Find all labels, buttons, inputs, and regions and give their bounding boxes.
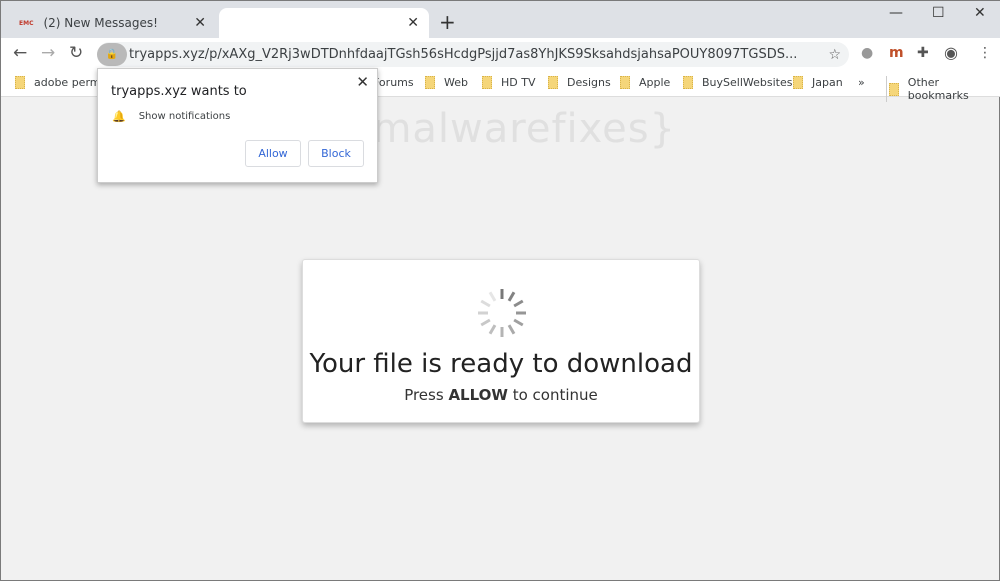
folder-icon — [620, 76, 630, 89]
download-card: Your file is ready to download Press ALL… — [302, 259, 700, 423]
forward-button[interactable]: → — [41, 43, 55, 63]
folder-icon — [548, 76, 558, 89]
close-window-button[interactable]: ✕ — [974, 5, 986, 21]
tab-active[interactable]: ✕ — [219, 8, 429, 38]
extension-m-icon[interactable]: m — [889, 45, 904, 61]
bookmark-star-icon[interactable]: ☆ — [828, 47, 841, 63]
spinner-segment — [507, 324, 516, 335]
spinner-segment — [513, 299, 524, 308]
bell-icon: 🔔 — [112, 110, 126, 123]
toolbar: ← → ↻ 🔒 tryapps.xyz/p/xAXg_V2Rj3wDTDnhfd… — [1, 38, 1000, 70]
allow-button[interactable]: Allow — [245, 140, 301, 167]
lock-icon[interactable]: 🔒 — [97, 43, 127, 66]
bookmark-item[interactable]: HD TV — [482, 76, 535, 89]
extensions-puzzle-icon[interactable]: ✚ — [917, 45, 929, 61]
new-tab-button[interactable]: + — [439, 10, 456, 34]
close-icon[interactable]: ✕ — [356, 73, 369, 91]
spinner-segment — [488, 324, 497, 335]
spinner-segment — [507, 291, 516, 302]
reload-button[interactable]: ↻ — [69, 43, 83, 63]
notification-permission-popup: tryapps.xyz wants to ✕ 🔔 Show notificati… — [97, 68, 378, 183]
folder-icon — [482, 76, 492, 89]
bookmarks-overflow-button[interactable]: » — [858, 76, 865, 89]
popup-title: tryapps.xyz wants to — [111, 84, 247, 99]
bookmark-item[interactable]: BuySellWebsites — [683, 76, 792, 89]
tab-new-messages[interactable]: EMC (2) New Messages! ✕ — [11, 8, 216, 38]
bookmark-item[interactable]: Japan — [793, 76, 843, 89]
favicon-icon: EMC — [19, 19, 34, 27]
spinner-segment — [480, 299, 491, 308]
folder-icon — [889, 82, 899, 96]
menu-icon[interactable]: ⋮ — [978, 45, 992, 61]
bookmark-item[interactable]: Forums — [373, 76, 414, 89]
bookmark-item[interactable]: Web — [425, 76, 468, 89]
loading-spinner-icon — [478, 289, 526, 337]
spinner-segment — [480, 318, 491, 327]
profile-icon[interactable]: ◉ — [944, 43, 958, 62]
url-text: tryapps.xyz/p/xAXg_V2Rj3wDTDnhfdaajTGsh5… — [129, 47, 798, 62]
spinner-segment — [488, 291, 497, 302]
block-button[interactable]: Block — [308, 140, 364, 167]
folder-icon — [425, 76, 435, 89]
folder-icon — [15, 76, 25, 89]
address-bar[interactable]: 🔒 tryapps.xyz/p/xAXg_V2Rj3wDTDnhfdaajTGs… — [97, 42, 849, 67]
permission-row: 🔔 Show notifications — [112, 110, 231, 123]
close-tab-icon[interactable]: ✕ — [407, 15, 419, 31]
minimize-button[interactable]: — — [889, 5, 903, 21]
close-tab-icon[interactable]: ✕ — [194, 15, 206, 31]
spinner-segment — [513, 318, 524, 327]
card-heading: Your file is ready to download — [309, 349, 693, 379]
watermark-logo: {malwarefixes} — [346, 106, 676, 152]
other-bookmarks[interactable]: Other bookmarks — [886, 76, 1000, 102]
tab-title: (2) New Messages! — [43, 16, 158, 30]
card-subtext: Press ALLOW to continue — [404, 386, 598, 404]
tab-strip: EMC (2) New Messages! ✕ ✕ + — ☐ ✕ — [1, 1, 1000, 38]
bookmark-item[interactable]: Apple — [620, 76, 670, 89]
maximize-button[interactable]: ☐ — [932, 5, 945, 21]
folder-icon — [793, 76, 803, 89]
folder-icon — [683, 76, 693, 89]
extension-bolt-icon[interactable]: ● — [861, 45, 873, 61]
bookmark-item[interactable]: Designs — [548, 76, 611, 89]
back-button[interactable]: ← — [13, 43, 27, 63]
